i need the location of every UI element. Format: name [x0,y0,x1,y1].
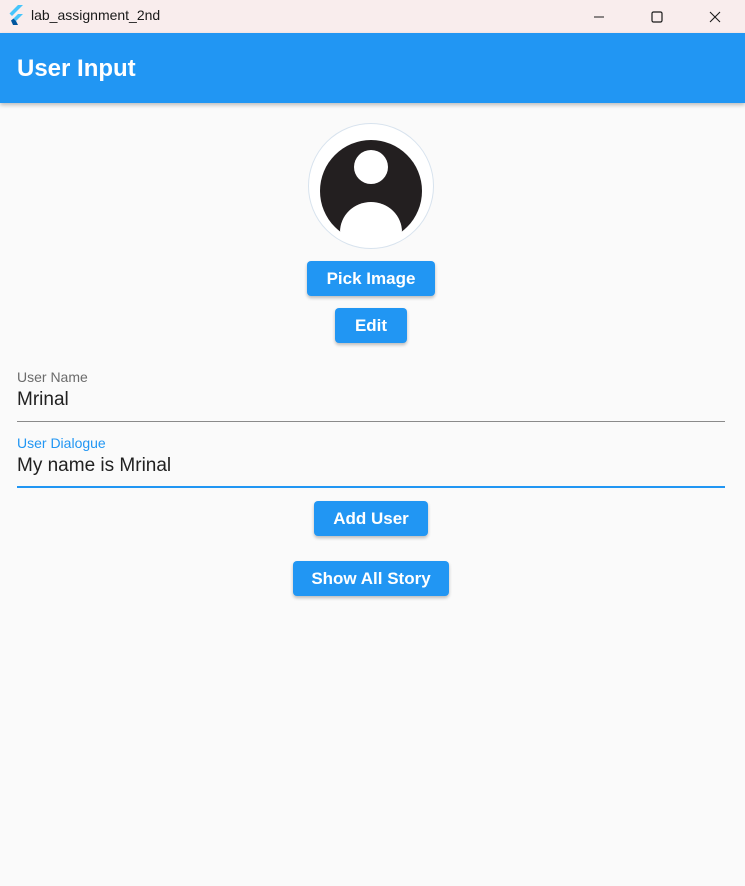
user-dialogue-label: User Dialogue [17,435,106,451]
avatar [308,123,434,249]
maximize-button[interactable] [628,0,686,33]
user-name-label: User Name [17,369,88,385]
flutter-icon [8,5,26,25]
minimize-button[interactable] [570,0,628,33]
person-icon [320,140,422,232]
user-dialogue-underline [17,486,725,488]
window-titlebar: lab_assignment_2nd [0,0,745,33]
close-button[interactable] [686,0,744,33]
user-name-input[interactable] [17,389,717,411]
pick-image-button[interactable]: Pick Image [307,261,435,296]
maximize-icon [651,10,663,23]
user-dialogue-input[interactable] [17,455,717,477]
app-bar: User Input [0,33,745,103]
close-icon [709,11,721,22]
page-title: User Input [17,55,136,82]
show-all-story-button[interactable]: Show All Story [293,561,449,596]
minimize-icon [594,16,604,17]
add-user-button[interactable]: Add User [314,501,428,536]
window-title: lab_assignment_2nd [31,7,161,23]
edit-button[interactable]: Edit [335,308,407,343]
user-name-underline [17,421,725,422]
